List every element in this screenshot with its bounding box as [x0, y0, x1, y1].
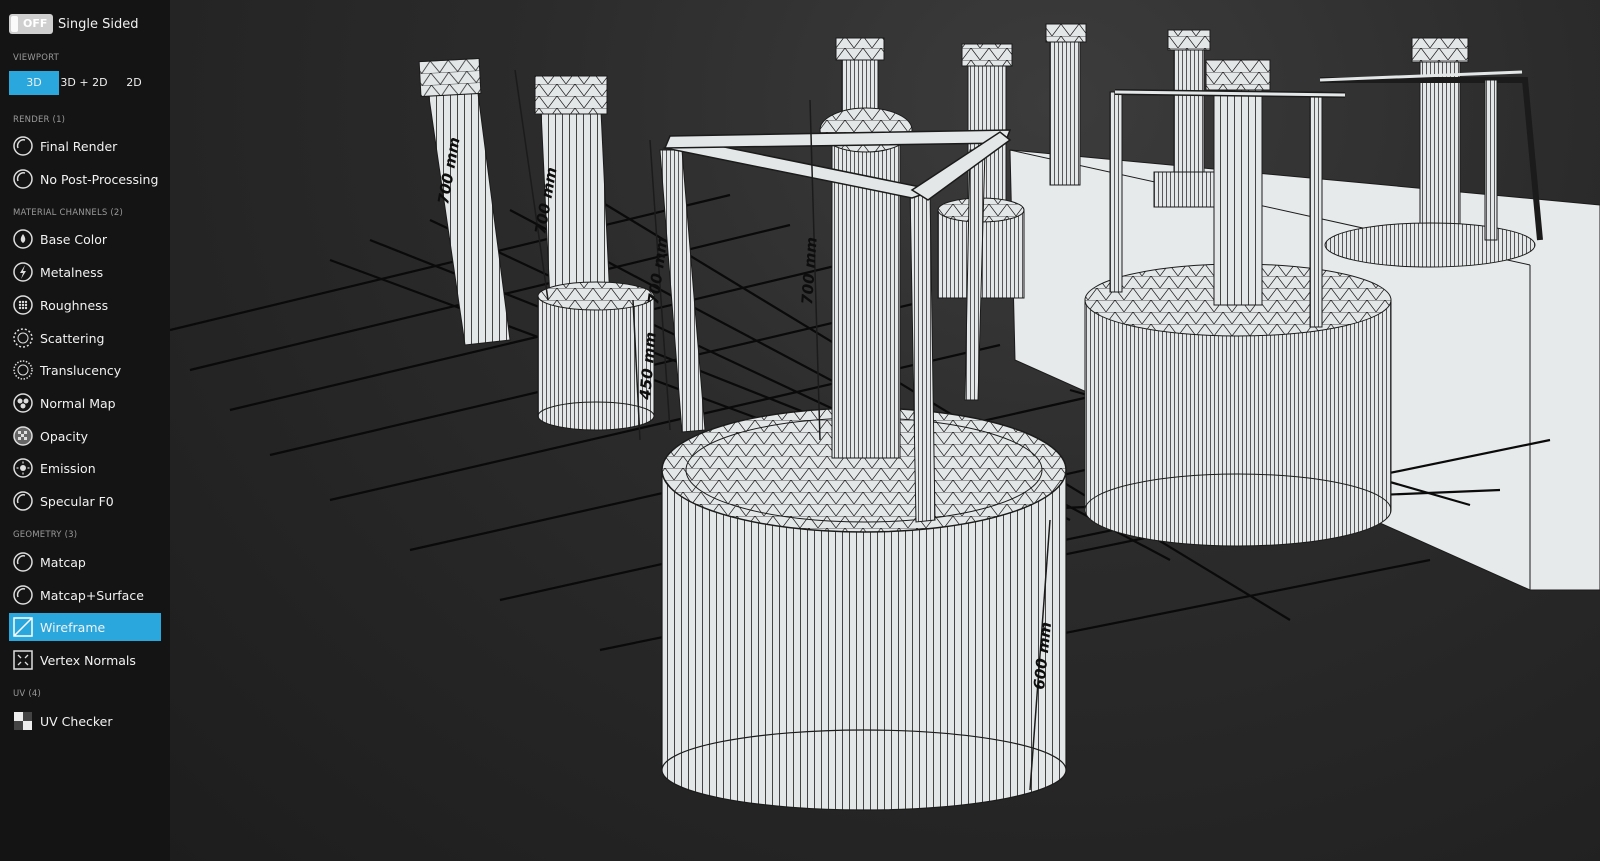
geometry-vertex-normals[interactable]: Vertex Normals — [9, 646, 161, 674]
item-label: Roughness — [40, 297, 109, 313]
item-label: Base Color — [40, 231, 108, 247]
scattering-icon — [13, 328, 33, 348]
item-label: Normal Map — [40, 395, 116, 411]
single-sided-toggle[interactable]: OFF — [9, 14, 53, 34]
geometry-matcap-surface[interactable]: Matcap+Surface — [9, 581, 161, 609]
dimension-label: 700 mm — [644, 236, 671, 306]
channel-metalness[interactable]: Metalness — [9, 258, 161, 286]
channel-base-color[interactable]: Base Color — [9, 225, 161, 253]
geometry-matcap[interactable]: Matcap — [9, 548, 161, 576]
channel-translucency[interactable]: Translucency — [9, 356, 161, 384]
item-label: Metalness — [40, 264, 104, 280]
section-render: RENDER (1) — [13, 115, 66, 125]
item-label: Vertex Normals — [40, 652, 136, 668]
metalness-icon — [13, 262, 33, 282]
section-viewport: VIEWPORT — [13, 53, 59, 63]
item-label: Scattering — [40, 330, 105, 346]
uv-checker-icon — [14, 712, 32, 730]
item-label: No Post-Processing — [40, 171, 159, 187]
item-label: UV Checker — [40, 713, 113, 729]
item-label: Matcap — [40, 554, 86, 570]
specular-f0-icon — [13, 491, 33, 511]
no-post-processing-icon — [13, 169, 33, 189]
left-columns — [418, 57, 655, 431]
channel-opacity[interactable]: Opacity — [9, 422, 161, 450]
single-sided-toggle-row[interactable]: OFF Single Sided — [9, 14, 138, 34]
viewport-3d-2d-button[interactable]: 3D + 2D — [59, 71, 109, 95]
3d-viewport[interactable]: 700 mm 700 mm 700 mm 700 mm 450 mm 600 m… — [170, 0, 1600, 861]
viewport-mode-buttons: 3D 3D + 2D 2D — [9, 71, 159, 95]
item-label: Emission — [40, 460, 96, 476]
dimension-label: 700 mm — [798, 236, 821, 305]
matcap-surface-icon — [13, 585, 33, 605]
render-no-post-processing[interactable]: No Post-Processing — [9, 165, 161, 193]
channel-roughness[interactable]: Roughness — [9, 291, 161, 319]
vertex-normals-icon — [13, 650, 33, 670]
toggle-label: Single Sided — [58, 16, 139, 32]
normal-map-icon — [13, 393, 33, 413]
channel-emission[interactable]: Emission — [9, 454, 161, 482]
item-label: Translucency — [40, 362, 122, 378]
viewport-3d-button[interactable]: 3D — [9, 71, 59, 95]
item-label: Opacity — [40, 428, 89, 444]
section-uv: UV (4) — [13, 689, 41, 699]
sidebar: OFF Single Sided VIEWPORT 3D 3D + 2D 2D … — [0, 0, 170, 861]
final-render-icon — [13, 136, 33, 156]
roughness-icon — [13, 295, 33, 315]
channel-specular-f0[interactable]: Specular F0 — [9, 487, 161, 515]
item-label: Matcap+Surface — [40, 587, 144, 603]
channel-normal-map[interactable]: Normal Map — [9, 389, 161, 417]
geometry-wireframe[interactable]: Wireframe — [9, 613, 161, 641]
item-label: Final Render — [40, 138, 118, 154]
wireframe-icon — [13, 617, 33, 637]
toggle-state: OFF — [23, 17, 48, 30]
emission-icon — [13, 458, 33, 478]
section-geometry: GEOMETRY (3) — [13, 530, 78, 540]
matcap-icon — [13, 552, 33, 572]
item-label: Wireframe — [40, 619, 106, 635]
render-final-render[interactable]: Final Render — [9, 132, 161, 160]
base-color-icon — [13, 229, 33, 249]
translucency-icon — [13, 360, 33, 380]
channel-scattering[interactable]: Scattering — [9, 324, 161, 352]
wireframe-scene: 700 mm 700 mm 700 mm 700 mm 450 mm 600 m… — [170, 23, 1600, 811]
item-label: Specular F0 — [40, 493, 114, 509]
uv-checker[interactable]: UV Checker — [9, 707, 161, 735]
viewport-2d-button[interactable]: 2D — [109, 71, 159, 95]
opacity-icon — [13, 426, 33, 446]
section-material-channels: MATERIAL CHANNELS (2) — [13, 208, 124, 218]
toggle-knob — [11, 16, 18, 32]
right-tank — [1084, 59, 1392, 547]
